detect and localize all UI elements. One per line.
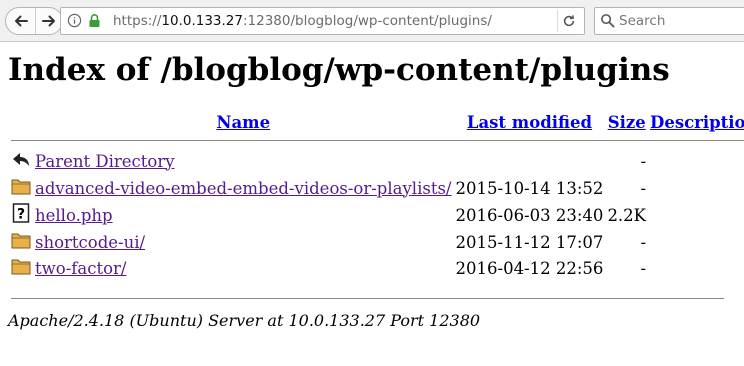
row-date: 2015-11-12 17:07 (455, 232, 604, 252)
row-date: 2016-06-03 23:40 (455, 205, 604, 225)
row-description (649, 148, 744, 174)
back-icon (13, 153, 29, 166)
lock-icon[interactable] (88, 13, 101, 28)
url-host: 10.0.133.27 (161, 13, 243, 29)
row-description (649, 202, 744, 228)
row-date (455, 148, 605, 174)
search-bar[interactable]: Search (594, 7, 744, 35)
row-size: - (640, 178, 647, 198)
row-size: - (640, 258, 647, 278)
server-signature: Apache/2.4.18 (Ubuntu) Server at 10.0.13… (8, 311, 481, 330)
page-title: Index of /blogblog/wp-content/plugins (8, 52, 670, 88)
name-column-header: Name (34, 112, 453, 133)
table-header-row: Name Last modified Size Description (10, 112, 744, 133)
last-modified-column-header: Last modified (455, 112, 605, 133)
reload-icon (563, 15, 575, 27)
forward-button[interactable] (35, 8, 63, 34)
row-size: - (640, 151, 647, 171)
sort-by-size-link[interactable]: Size (608, 113, 646, 132)
table-row: shortcode-ui/ 2015-11-12 17:07 - (10, 230, 744, 254)
back-button[interactable] (6, 8, 36, 34)
search-placeholder: Search (619, 13, 666, 29)
search-icon (600, 13, 615, 32)
svg-text:?: ? (17, 207, 25, 223)
folder-icon (11, 233, 31, 249)
reload-button[interactable] (557, 10, 580, 32)
url-prefix: https:// (113, 13, 162, 29)
size-column-header: Size (606, 112, 647, 133)
sort-by-last-modified-link[interactable]: Last modified (467, 113, 592, 132)
arrow-right-icon (42, 15, 55, 27)
info-icon[interactable] (67, 13, 82, 28)
browser-toolbar: https://10.0.133.27:12380/blogblog/wp-co… (0, 0, 744, 42)
directory-listing: Name Last modified Size Description Pare… (8, 110, 744, 282)
folder-link[interactable]: advanced-video-embed-embed-videos-or-pla… (35, 179, 452, 198)
url-path: :12380/blogblog/wp-content/plugins/ (242, 13, 492, 29)
header-separator (10, 135, 744, 146)
sort-by-description-link[interactable]: Description (650, 113, 744, 132)
row-size: - (640, 232, 647, 252)
row-description (649, 256, 744, 280)
folder-link[interactable]: shortcode-ui/ (35, 233, 145, 252)
row-date: 2015-10-14 13:52 (455, 178, 604, 198)
table-row: advanced-video-embed-embed-videos-or-pla… (10, 176, 744, 200)
row-size: 2.2K (607, 205, 647, 225)
folder-icon (11, 179, 31, 195)
row-date: 2016-04-12 22:56 (455, 258, 604, 278)
table-row: two-factor/ 2016-04-12 22:56 - (10, 256, 744, 280)
file-link[interactable]: hello.php (35, 206, 113, 225)
description-column-header: Description (649, 112, 744, 133)
parent-directory-link[interactable]: Parent Directory (35, 152, 175, 171)
table-row: Parent Directory - (10, 148, 744, 174)
row-description (649, 176, 744, 200)
folder-icon (11, 259, 31, 275)
divider (11, 140, 744, 141)
url-text[interactable]: https://10.0.133.27:12380/blogblog/wp-co… (113, 13, 492, 29)
icon-column-header (10, 112, 32, 133)
arrow-left-icon (14, 15, 28, 27)
row-description (649, 230, 744, 254)
sort-by-name-link[interactable]: Name (216, 113, 270, 132)
file-unknown-icon: ? (12, 203, 30, 223)
navigation-buttons (5, 7, 63, 35)
address-bar[interactable]: https://10.0.133.27:12380/blogblog/wp-co… (60, 7, 585, 35)
folder-link[interactable]: two-factor/ (35, 259, 126, 278)
table-row: ? hello.php 2016-06-03 23:40 2.2K (10, 202, 744, 228)
divider (11, 298, 724, 299)
